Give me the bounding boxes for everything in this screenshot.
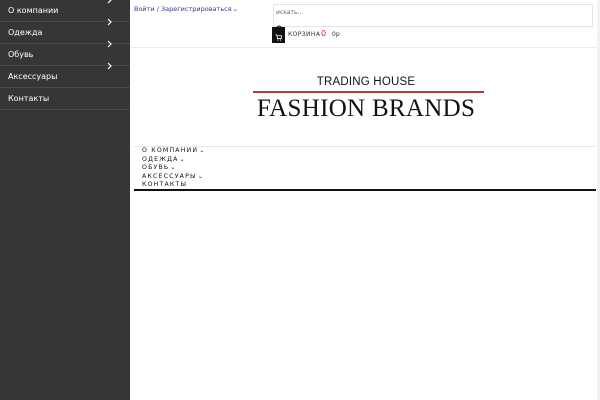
- sidebar: О компании Одежда Обувь Аксессуары Конта…: [0, 0, 130, 400]
- sidebar-item-accessories[interactable]: Аксессуары: [0, 62, 130, 88]
- chevron-down-icon: ⌄: [232, 5, 239, 13]
- chevron-right-icon[interactable]: [107, 16, 112, 28]
- menu-bottom-border: [134, 189, 596, 191]
- search-icon[interactable]: [276, 17, 283, 32]
- cart-label[interactable]: КОРЗИНА: [288, 31, 320, 38]
- menu-item-label: КОНТАКТЫ: [142, 181, 188, 189]
- cart-button[interactable]: [272, 27, 285, 43]
- chevron-down-icon: ⌄: [199, 147, 205, 154]
- menu-item-label: ОДЕЖДА: [142, 155, 179, 163]
- search-input[interactable]: [276, 7, 576, 17]
- site-logo[interactable]: TRADING HOUSE FASHION BRANDS: [236, 74, 496, 124]
- login-register-link[interactable]: Войти / Зарегистрироваться⌄: [134, 5, 238, 13]
- chevron-down-icon: ⌄: [197, 172, 203, 180]
- menu-item-label: ОБУВЬ: [142, 164, 170, 172]
- sidebar-item-label: Одежда: [8, 28, 43, 37]
- menu-item-about[interactable]: О КОМПАНИИ⌄: [142, 147, 204, 156]
- chevron-right-icon[interactable]: [107, 0, 112, 6]
- menu-item-shoes[interactable]: ОБУВЬ⌄: [142, 164, 204, 173]
- cart-price: 0р: [332, 31, 340, 38]
- chevron-right-icon[interactable]: [107, 38, 112, 50]
- cart-count: 0: [321, 29, 327, 38]
- chevron-down-icon: ⌄: [179, 155, 185, 163]
- logo-underline: [253, 91, 484, 93]
- main-menu: О КОМПАНИИ⌄ ОДЕЖДА⌄ ОБУВЬ⌄ АКСЕССУАРЫ⌄ К…: [142, 147, 204, 190]
- search-box: [273, 4, 593, 32]
- sidebar-item-label: Контакты: [8, 94, 50, 103]
- menu-item-label: АКСЕССУАРЫ: [142, 172, 197, 180]
- logo-subtitle: TRADING HOUSE: [316, 76, 416, 88]
- sidebar-item-label: Аксессуары: [8, 72, 58, 81]
- chevron-right-icon[interactable]: [107, 60, 112, 72]
- menu-item-label: О КОМПАНИИ: [142, 147, 199, 154]
- cart-icon: [275, 26, 283, 45]
- sidebar-item-label: Обувь: [8, 50, 34, 59]
- sidebar-item-contacts[interactable]: Контакты: [0, 88, 130, 110]
- menu-item-clothing[interactable]: ОДЕЖДА⌄: [142, 156, 204, 165]
- login-register-label: Войти / Зарегистрироваться: [134, 5, 232, 13]
- menu-item-accessories[interactable]: АКСЕССУАРЫ⌄: [142, 173, 204, 182]
- header-divider: [130, 47, 600, 48]
- chevron-down-icon: ⌄: [170, 164, 176, 172]
- logo-title: FASHION BRANDS: [256, 95, 476, 122]
- sidebar-item-label: О компании: [8, 6, 59, 15]
